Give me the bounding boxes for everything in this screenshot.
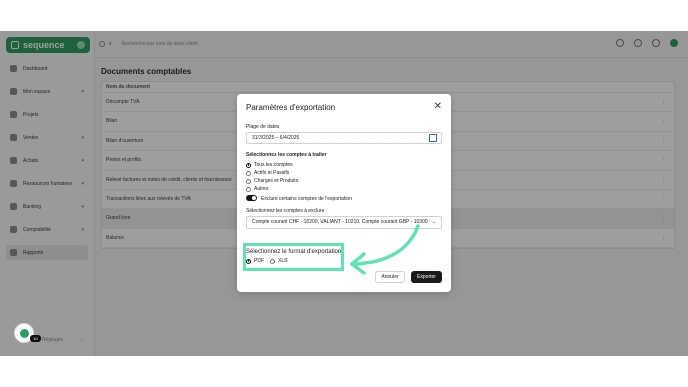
radio-selected-icon[interactable]: [246, 162, 251, 168]
exclude-accounts-select[interactable]: Compte courant CHF - 10200, VALIANT - 10…: [246, 216, 442, 229]
exclude-select-value: Compte courant CHF - 10200, VALIANT - 10…: [252, 219, 428, 225]
close-icon[interactable]: ✕: [434, 102, 442, 112]
cancel-button[interactable]: Annuler: [375, 271, 405, 283]
radio-label: Autres: [254, 186, 269, 192]
exclude-select-label: Sélectionnez les comptes à exclure: [246, 208, 325, 214]
radio-icon[interactable]: [246, 186, 251, 192]
chevron-right-icon: ›: [81, 337, 83, 343]
exclude-toggle-label: Exclure certains comptes de l'exportatio…: [261, 196, 352, 202]
highlight-box: [243, 243, 344, 271]
date-range-input[interactable]: 31/3/2025 – 6/4/2025: [246, 132, 442, 144]
radio-label: Tous les comptes: [254, 162, 293, 168]
exclude-accounts-toggle[interactable]: [246, 195, 257, 201]
screenshot-stage: sequence Dashboard Mon espace ▾ Projets …: [0, 0, 688, 387]
radio-all-accounts[interactable]: Tous les comptes: [246, 162, 293, 168]
sidebar-item-reglages[interactable]: Réglages: [42, 337, 63, 343]
chat-icon: [20, 329, 29, 338]
export-button[interactable]: Exporter: [411, 271, 442, 283]
radio-assets-liabilities[interactable]: Actifs et Passifs: [246, 170, 289, 176]
accounts-label: Sélectionnez les comptes à traiter: [246, 152, 327, 158]
radio-label: Actifs et Passifs: [254, 170, 290, 176]
radio-icon[interactable]: [246, 178, 251, 184]
date-range-label: Plage de dates: [246, 124, 280, 130]
radio-icon[interactable]: [246, 170, 251, 176]
radio-label: Charges et Produits: [254, 178, 299, 184]
calendar-icon[interactable]: [429, 134, 437, 142]
notification-badge: 10: [30, 335, 41, 342]
radio-others[interactable]: Autres: [246, 186, 268, 192]
dialog-title: Paramètres d'exportation: [246, 103, 336, 112]
radio-charges-products[interactable]: Charges et Produits: [246, 178, 298, 184]
chevron-down-icon: ⌄: [431, 219, 436, 225]
date-range-value: 31/3/2025 – 6/4/2025: [252, 135, 300, 141]
